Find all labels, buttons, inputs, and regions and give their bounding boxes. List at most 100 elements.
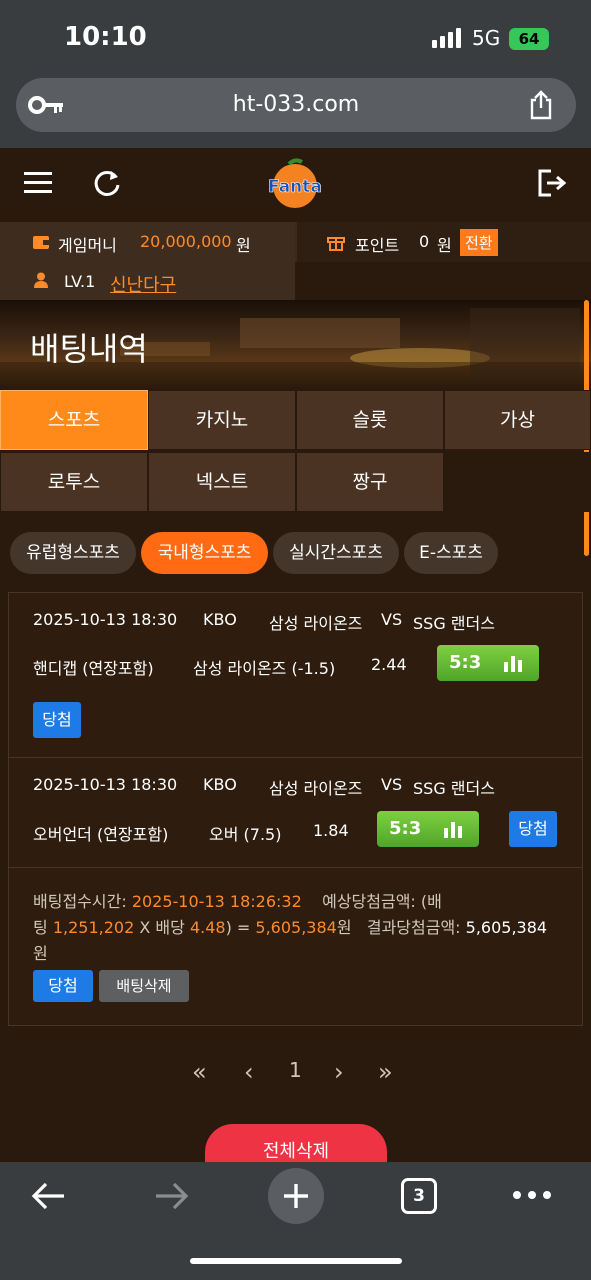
battery-level: 64 — [518, 30, 540, 48]
share-icon[interactable] — [528, 90, 554, 120]
logout-icon[interactable] — [537, 168, 567, 198]
tabs-count-button[interactable]: 3 — [401, 1178, 437, 1214]
level-label: LV.1 — [64, 272, 96, 291]
signal-icon — [432, 28, 464, 48]
bet-vs: VS — [381, 610, 403, 629]
address-bar[interactable]: ht-033.com — [16, 78, 576, 132]
forward-arrow-icon[interactable] — [154, 1180, 190, 1212]
home-indicator — [190, 1258, 402, 1264]
new-tab-button[interactable] — [268, 1168, 324, 1224]
score-value: 5:3 — [449, 652, 482, 673]
filter-european-sports[interactable]: 유럽형스포츠 — [10, 532, 136, 574]
tab-jjanggu[interactable]: 짱구 — [296, 452, 444, 512]
category-tabs: 스포츠 카지노 슬롯 가상 로투스 넥스트 짱구 — [0, 390, 591, 516]
page-banner: 배팅내역 — [0, 300, 591, 390]
summary-time-label: 배팅접수시간: — [33, 892, 127, 911]
summary-total-odds: 4.48 — [189, 918, 226, 937]
score-button[interactable]: 5:3 — [377, 811, 479, 847]
summary-won: 원 — [336, 918, 352, 937]
bet-market: 핸디캡 (연장포함) — [33, 659, 154, 678]
bet-home-team: 삼성 라이온즈 — [269, 614, 363, 633]
bar-chart-icon — [444, 822, 462, 838]
tab-slot[interactable]: 슬롯 — [296, 390, 444, 450]
summary-x-label: X 배당 — [139, 918, 185, 937]
bet-market: 오버언더 (연장포함) — [33, 825, 169, 844]
tab-empty — [444, 452, 591, 512]
win-status-badge: 당첨 — [509, 811, 557, 847]
summary-expected-label: 예상당첨금액: (배 — [322, 892, 442, 911]
account-info: 게임머니 20,000,000 원 포인트 0 원 전환 — [0, 222, 591, 262]
pagination-first[interactable]: « — [192, 1058, 207, 1086]
summary-result-value: 5,605,384 — [465, 918, 548, 937]
browser-toolbar: ht-033.com — [0, 76, 591, 148]
plus-icon — [284, 1184, 308, 1208]
tab-virtual[interactable]: 가상 — [444, 390, 591, 450]
logo-text: Fanta — [268, 177, 322, 197]
page-title: 배팅내역 — [30, 330, 148, 368]
tab-casino[interactable]: 카지노 — [148, 390, 296, 450]
bet-home-team: 삼성 라이온즈 — [269, 779, 363, 798]
pagination-prev[interactable]: ‹ — [244, 1058, 254, 1086]
delete-bet-button[interactable]: 배팅삭제 — [99, 970, 189, 1002]
bet-pick: 오버 (7.5) — [209, 825, 282, 844]
score-button[interactable]: 5:3 — [437, 645, 539, 681]
bet-vs: VS — [381, 775, 403, 794]
user-level: LV.1 신난다구 — [0, 262, 295, 300]
bet-datetime: 2025-10-13 18:30 — [33, 775, 178, 794]
bet-league: KBO — [203, 775, 237, 794]
refresh-icon[interactable] — [92, 168, 122, 198]
tab-next[interactable]: 넥스트 — [148, 452, 296, 512]
summary-status-badge: 당첨 — [33, 970, 93, 1002]
money-unit: 원 — [236, 236, 251, 255]
bet-odds: 1.84 — [313, 821, 349, 840]
score-value: 5:3 — [389, 818, 422, 839]
point-label: 포인트 — [355, 236, 400, 255]
filter-live-sports[interactable]: 실시간스포츠 — [273, 532, 399, 574]
bet-slip-card: 2025-10-13 18:30 KBO 삼성 라이온즈 VS SSG 랜더스 … — [8, 592, 583, 1026]
bet-summary: 배팅접수시간: 2025-10-13 18:26:32 예상당첨금액: (배 팅… — [33, 889, 563, 967]
summary-expected-value: 5,605,384 — [255, 918, 337, 937]
more-icon[interactable] — [512, 1190, 552, 1200]
network-label: 5G — [472, 26, 501, 50]
point-unit: 원 — [437, 236, 452, 255]
summary-eq: ) = — [225, 918, 251, 937]
tab-sports[interactable]: 스포츠 — [0, 390, 148, 450]
bet-datetime: 2025-10-13 18:30 — [33, 610, 178, 629]
bet-away-team: SSG 랜더스 — [413, 779, 495, 798]
pagination-current[interactable]: 1 — [289, 1058, 302, 1082]
divider — [9, 867, 582, 868]
money-value: 20,000,000 — [140, 232, 232, 251]
back-arrow-icon[interactable] — [30, 1180, 66, 1212]
game-money: 게임머니 20,000,000 원 — [0, 222, 295, 262]
summary-expected-label-cont: 팅 — [33, 918, 48, 937]
summary-result-label: 결과당첨금액: — [366, 918, 461, 937]
pagination-last[interactable]: » — [378, 1058, 393, 1086]
status-time: 10:10 — [64, 22, 147, 52]
status-bar: 10:10 5G 64 — [0, 0, 591, 76]
bet-league: KBO — [203, 610, 237, 629]
pagination-next[interactable]: › — [334, 1058, 344, 1086]
bet-pick: 삼성 라이온즈 (-1.5) — [193, 659, 336, 678]
points: 포인트 0 원 전환 — [297, 222, 591, 262]
browser-bottom-bar: 3 — [0, 1162, 591, 1280]
user-icon — [34, 272, 48, 288]
filter-esports[interactable]: E-스포츠 — [404, 532, 498, 574]
bet-away-team: SSG 랜더스 — [413, 614, 495, 633]
tab-lotus[interactable]: 로투스 — [0, 452, 148, 512]
bet-odds: 2.44 — [371, 655, 407, 674]
convert-button[interactable]: 전환 — [460, 229, 498, 256]
nickname-link[interactable]: 신난다구 — [110, 271, 176, 297]
hamburger-menu-icon[interactable] — [24, 170, 52, 194]
money-label: 게임머니 — [58, 236, 117, 255]
divider — [9, 757, 582, 758]
bar-chart-icon — [504, 656, 522, 672]
summary-time-value: 2025-10-13 18:26:32 — [131, 892, 302, 911]
wallet-icon — [33, 236, 49, 249]
gift-icon — [327, 237, 345, 251]
summary-stake: 1,251,202 — [52, 918, 135, 937]
filter-domestic-sports[interactable]: 국내형스포츠 — [141, 532, 268, 574]
site-header: Fanta — [0, 148, 591, 222]
url-text: ht-033.com — [232, 92, 360, 117]
summary-result-unit: 원 — [33, 944, 48, 963]
logo[interactable]: Fanta — [262, 158, 328, 210]
